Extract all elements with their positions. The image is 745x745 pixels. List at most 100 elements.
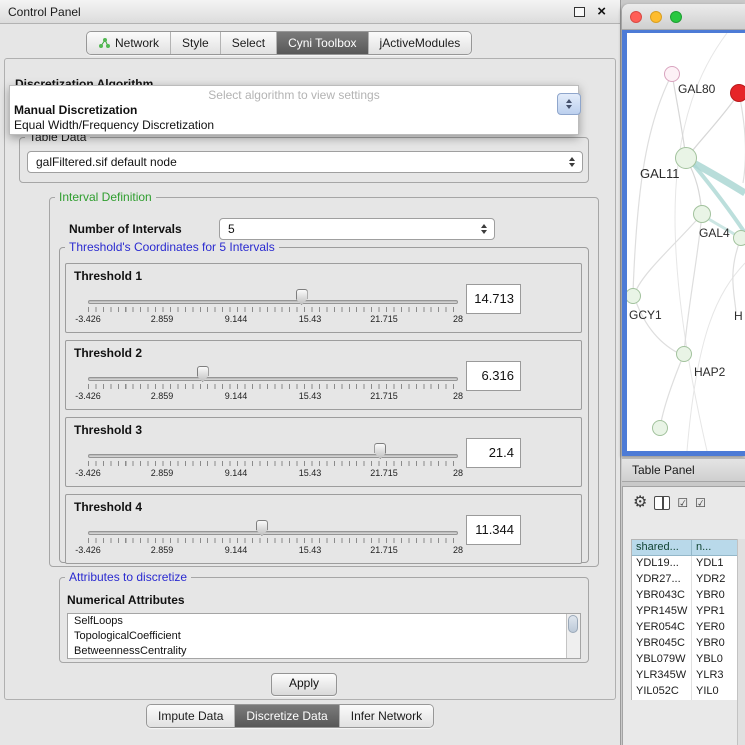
stepper-down-icon xyxy=(566,105,572,109)
node-table: shared... n... YDL19... YDL1 YDR27... YD… xyxy=(631,539,741,700)
combo-arrows-icon xyxy=(476,224,494,234)
table-row[interactable]: YBR045C YBR0 xyxy=(632,636,740,652)
slider-tick-labels: -3.426 2.859 9.144 15.43 21.715 28 xyxy=(88,545,458,555)
network-node[interactable] xyxy=(676,346,692,362)
cell[interactable]: YIL0 xyxy=(692,684,740,700)
table-row[interactable]: YBR043C YBR0 xyxy=(632,588,740,604)
tab-impute-data[interactable]: Impute Data xyxy=(147,705,234,727)
network-node[interactable] xyxy=(693,205,711,223)
table-panel-window: ⚙ ☑ ☑ shared... n... YDL19... YDL1 YDR27… xyxy=(622,486,745,745)
network-node[interactable] xyxy=(733,230,745,246)
algorithm-option-equal-width[interactable]: Equal Width/Frequency Discretization xyxy=(10,118,578,133)
list-item[interactable]: TopologicalCoefficient xyxy=(68,629,580,644)
tab-infer-network[interactable]: Infer Network xyxy=(339,705,433,727)
column-header[interactable]: shared... xyxy=(632,540,692,556)
table-row[interactable]: YBL079W YBL0 xyxy=(632,652,740,668)
tab-discretize-data[interactable]: Discretize Data xyxy=(234,705,338,727)
table-panel-header: Table Panel xyxy=(622,458,745,482)
table-row[interactable]: YDL19... YDL1 xyxy=(632,556,740,572)
scrollbar-thumb[interactable] xyxy=(568,615,578,633)
cell[interactable]: YBR0 xyxy=(692,636,740,652)
table-row[interactable]: YPR145W YPR1 xyxy=(632,604,740,620)
cell[interactable]: YIL052C xyxy=(632,684,692,700)
threshold-slider[interactable]: -3.426 2.859 9.144 15.43 21.715 28 xyxy=(88,519,458,555)
list-item[interactable]: SelfLoops xyxy=(68,614,580,629)
network-node-selected[interactable] xyxy=(730,84,745,102)
tab-network-label: Network xyxy=(115,36,159,50)
column-header[interactable]: n... xyxy=(692,540,740,556)
threshold-label: Threshold 4 xyxy=(74,500,142,514)
control-panel: Control Panel × Network Style Select xyxy=(0,0,621,745)
threshold-value-field[interactable]: 11.344 xyxy=(466,515,521,545)
cell[interactable]: YLR3 xyxy=(692,668,740,684)
table-row[interactable]: YLR345W YLR3 xyxy=(632,668,740,684)
table-row[interactable]: YER054C YER0 xyxy=(632,620,740,636)
cell[interactable]: YPR145W xyxy=(632,604,692,620)
table-scrollbar[interactable] xyxy=(737,539,745,745)
float-window-icon[interactable] xyxy=(574,7,585,17)
cell[interactable]: YBR045C xyxy=(632,636,692,652)
threshold-slider[interactable]: -3.426 2.859 9.144 15.43 21.715 28 xyxy=(88,288,458,324)
slider-ticks xyxy=(88,461,458,466)
cell[interactable]: YBR043C xyxy=(632,588,692,604)
algorithm-combo-stepper[interactable] xyxy=(557,93,581,115)
threshold-panel: Threshold 4 -3.426 2.859 9.144 15.43 21.… xyxy=(65,494,582,564)
threshold-value-field[interactable]: 21.4 xyxy=(466,438,521,468)
threshold-slider[interactable]: -3.426 2.859 9.144 15.43 21.715 28 xyxy=(88,442,458,478)
gear-icon[interactable]: ⚙ xyxy=(633,495,647,511)
cyni-toolbox-panel: Discretization Algorithm Select algorith… xyxy=(4,58,616,700)
network-node[interactable] xyxy=(652,420,668,436)
tab-jactivemodules[interactable]: jActiveModules xyxy=(368,32,472,54)
algorithm-dropdown-list: Select algorithm to view settings Manual… xyxy=(9,85,579,135)
network-canvas[interactable]: GAL80 GAL11 GAL4 GCY1 HAP2 H xyxy=(622,30,745,456)
cell[interactable]: YLR345W xyxy=(632,668,692,684)
slider-track xyxy=(88,531,458,535)
threshold-slider[interactable]: -3.426 2.859 9.144 15.43 21.715 28 xyxy=(88,365,458,401)
list-item[interactable]: BetweennessCentrality xyxy=(68,644,580,659)
tab-cyni-toolbox[interactable]: Cyni Toolbox xyxy=(276,32,367,54)
number-of-intervals-label: Number of Intervals xyxy=(69,222,182,236)
stepper-up-icon xyxy=(566,99,572,103)
interval-definition-label: Interval Definition xyxy=(55,190,156,204)
cell[interactable]: YBL079W xyxy=(632,652,692,668)
cell[interactable]: YER054C xyxy=(632,620,692,636)
close-traffic-light-icon[interactable] xyxy=(630,11,642,23)
network-node[interactable] xyxy=(664,66,680,82)
apply-button[interactable]: Apply xyxy=(271,673,337,696)
slider-tick-labels: -3.426 2.859 9.144 15.43 21.715 28 xyxy=(88,314,458,324)
cell[interactable]: YPR1 xyxy=(692,604,740,620)
node-label: GAL4 xyxy=(699,226,730,240)
cell[interactable]: YER0 xyxy=(692,620,740,636)
cell[interactable]: YDR2 xyxy=(692,572,740,588)
tab-infer-network-label: Infer Network xyxy=(351,709,422,723)
close-icon[interactable]: × xyxy=(597,5,606,19)
tab-select[interactable]: Select xyxy=(220,32,276,54)
numerical-attributes-label: Numerical Attributes xyxy=(67,593,185,607)
columns-icon[interactable] xyxy=(654,496,670,510)
threshold-value-field[interactable]: 14.713 xyxy=(466,284,521,314)
tab-discretize-data-label: Discretize Data xyxy=(246,709,327,723)
select-none-checkbox-icon[interactable]: ☑ xyxy=(695,497,706,509)
list-scrollbar[interactable] xyxy=(566,614,580,658)
table-row[interactable]: YDR27... YDR2 xyxy=(632,572,740,588)
cell[interactable]: YDR27... xyxy=(632,572,692,588)
threshold-label: Threshold 2 xyxy=(74,346,142,360)
cell[interactable]: YDL19... xyxy=(632,556,692,572)
cell[interactable]: YBR0 xyxy=(692,588,740,604)
number-of-intervals-combo[interactable]: 5 xyxy=(219,218,495,240)
zoom-traffic-light-icon[interactable] xyxy=(670,11,682,23)
threshold-value-field[interactable]: 6.316 xyxy=(466,361,521,391)
table-data-combo[interactable]: galFiltered.sif default node xyxy=(27,151,583,173)
attributes-group-label: Attributes to discretize xyxy=(65,570,191,584)
network-node[interactable] xyxy=(625,288,641,304)
tab-style[interactable]: Style xyxy=(170,32,220,54)
minimize-traffic-light-icon[interactable] xyxy=(650,11,662,23)
table-data-combo-value: galFiltered.sif default node xyxy=(28,155,564,169)
tab-style-label: Style xyxy=(182,36,209,50)
select-all-checkbox-icon[interactable]: ☑ xyxy=(677,497,688,509)
cell[interactable]: YDL1 xyxy=(692,556,740,572)
cell[interactable]: YBL0 xyxy=(692,652,740,668)
tab-network[interactable]: Network xyxy=(87,32,170,54)
algorithm-option-manual[interactable]: Manual Discretization xyxy=(10,103,578,118)
table-row[interactable]: YIL052C YIL0 xyxy=(632,684,740,700)
